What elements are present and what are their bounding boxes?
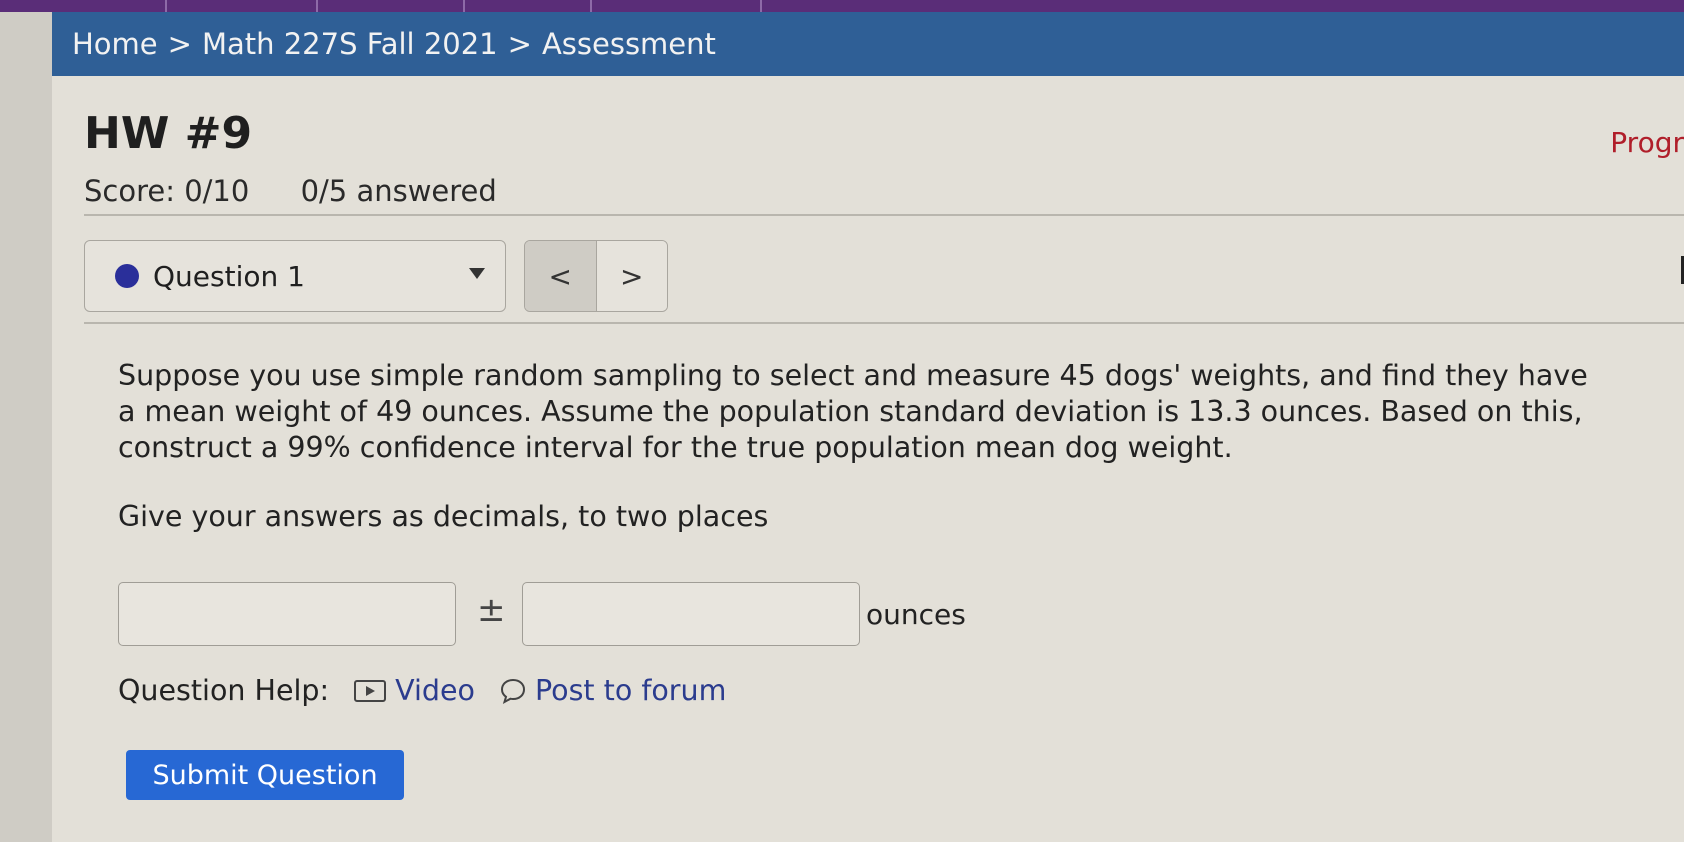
breadcrumb-separator: >: [167, 27, 192, 61]
next-question-button[interactable]: >: [596, 241, 667, 311]
question-dropdown[interactable]: Question 1: [84, 240, 506, 312]
post-to-forum-link[interactable]: Post to forum: [499, 674, 726, 707]
video-link-label: Video: [395, 674, 475, 707]
question-help: Question Help: Video Post to forum: [118, 674, 726, 707]
previous-question-button[interactable]: <: [525, 241, 597, 311]
score-value: Score: 0/10: [84, 174, 250, 208]
divider: [84, 322, 1684, 324]
video-help-link[interactable]: Video: [353, 674, 475, 707]
question-text: Suppose you use simple random sampling t…: [118, 359, 1588, 464]
answer-instructions: Give your answers as decimals, to two pl…: [118, 500, 769, 533]
breadcrumb-separator: >: [507, 27, 532, 61]
top-nav-divider: [463, 0, 465, 12]
divider: [84, 214, 1684, 216]
question-nav-buttons: < >: [524, 240, 668, 312]
assessment-panel: HW #9 Progr Score: 0/10 0/5 answered Que…: [52, 76, 1684, 842]
breadcrumb: Home > Math 227S Fall 2021 > Assessment: [52, 12, 1684, 76]
top-nav-divider: [760, 0, 762, 12]
top-nav-strip: [0, 0, 1684, 12]
breadcrumb-course[interactable]: Math 227S Fall 2021: [202, 27, 498, 61]
answered-count: 0/5 answered: [300, 174, 497, 208]
page-title: HW #9: [84, 108, 253, 159]
question-dropdown-label: Question 1: [153, 259, 305, 293]
chevron-left-icon: <: [548, 259, 572, 293]
progress-link[interactable]: Progr: [1610, 126, 1684, 159]
video-icon: [354, 679, 387, 702]
speech-bubble-icon: [500, 678, 525, 704]
score-summary: Score: 0/10 0/5 answered: [84, 174, 497, 208]
margin-of-error-input[interactable]: [522, 582, 860, 646]
top-nav-divider: [590, 0, 592, 12]
plus-minus-symbol: ±: [477, 590, 506, 630]
units-label: ounces: [866, 598, 966, 631]
submit-question-button[interactable]: Submit Question: [126, 750, 404, 800]
breadcrumb-home[interactable]: Home: [72, 27, 158, 61]
breadcrumb-current: Assessment: [541, 27, 716, 61]
left-gutter: [0, 12, 52, 842]
question-status-dot: [115, 264, 139, 288]
top-nav-divider: [165, 0, 167, 12]
top-nav-divider: [316, 0, 318, 12]
question-help-label: Question Help:: [118, 674, 330, 707]
point-estimate-input[interactable]: [118, 582, 456, 646]
forum-link-label: Post to forum: [534, 674, 727, 707]
caret-down-icon: [469, 268, 485, 279]
chevron-right-icon: >: [620, 259, 644, 293]
